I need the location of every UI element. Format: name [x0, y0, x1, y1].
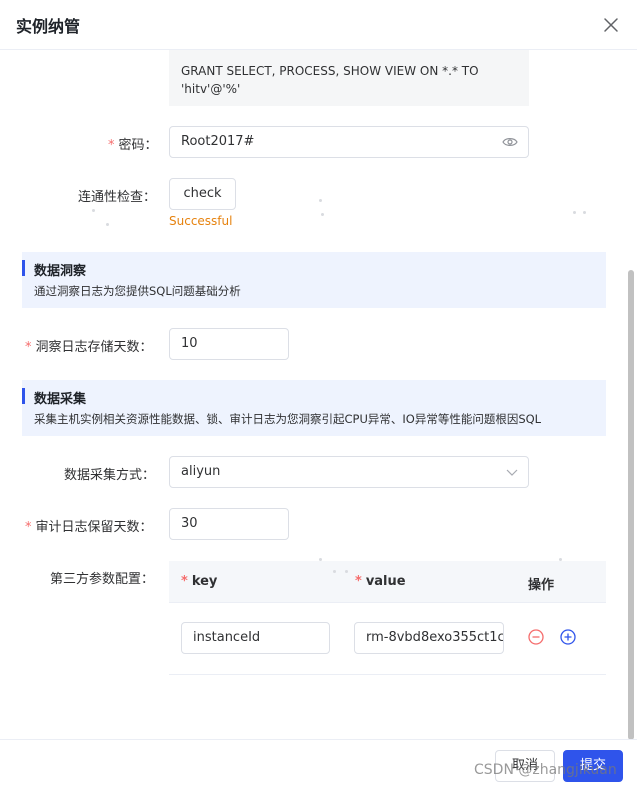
param-value-input[interactable]: rm-8vbd8exo355ct1c [354, 622, 504, 654]
check-button[interactable]: check [169, 178, 236, 210]
connectivity-status: Successful [169, 214, 233, 228]
column-header-ops: 操作 [528, 578, 555, 593]
connectivity-label: 连通性检查： [78, 190, 157, 205]
section-insight-title: 数据洞察 [34, 264, 87, 279]
grant-sql-line-1: GRANT SELECT, PROCESS, SHOW VIEW ON *.* … [181, 64, 479, 78]
decor-dot [583, 211, 586, 214]
decor-dot [345, 570, 348, 573]
section-collect-desc: 采集主机实例相关资源性能数据、锁、审计日志为您洞察引起CPU异常、IO异常等性能… [34, 412, 542, 426]
insight-days-input[interactable]: 10 [169, 328, 289, 360]
decor-dot [319, 558, 322, 561]
decor-dot [321, 213, 324, 216]
section-collect: 数据采集 采集主机实例相关资源性能数据、锁、审计日志为您洞察引起CPU异常、IO… [22, 380, 606, 436]
add-circle-icon[interactable] [560, 629, 576, 645]
section-insight: 数据洞察 通过洞察日志为您提供SQL问题基础分析 [22, 252, 606, 308]
decor-dot [559, 558, 562, 561]
decor-dot [106, 223, 109, 226]
param-key-input[interactable]: instanceId [181, 622, 330, 654]
grant-sql-box: GRANT SELECT, PROCESS, SHOW VIEW ON *.* … [169, 50, 529, 106]
audit-days-input[interactable]: 30 [169, 508, 289, 540]
decor-dot [333, 570, 336, 573]
eye-icon[interactable] [502, 136, 518, 148]
table-row-divider [169, 674, 606, 675]
insight-days-label: * 洞察日志存储天数： [25, 340, 153, 355]
section-accent-bar [22, 388, 25, 404]
scrollbar-thumb[interactable] [628, 270, 634, 740]
decor-dot [573, 211, 576, 214]
column-header-key: * key [181, 574, 218, 589]
decor-dot [92, 209, 95, 212]
close-icon[interactable] [602, 16, 620, 34]
collect-mode-label: 数据采集方式： [64, 468, 156, 483]
params-table-header: * key * value 操作 [169, 561, 606, 603]
column-header-value: * value [355, 574, 406, 589]
dialog-title: 实例纳管 [16, 17, 81, 36]
section-collect-title: 数据采集 [34, 392, 87, 407]
password-label: * 密码： [108, 138, 158, 153]
section-insight-desc: 通过洞察日志为您提供SQL问题基础分析 [34, 284, 241, 298]
watermark: CSDN @zhangjikuan [474, 762, 617, 778]
section-accent-bar [22, 260, 25, 276]
grant-sql-line-2: 'hitv'@'%' [181, 82, 241, 96]
decor-dot [319, 199, 322, 202]
third-party-label: 第三方参数配置： [50, 572, 155, 587]
password-input[interactable]: Root2017# [169, 126, 529, 158]
chevron-down-icon [506, 469, 518, 476]
dialog-header: 实例纳管 [0, 0, 637, 50]
remove-circle-icon[interactable] [528, 629, 544, 645]
collect-mode-select[interactable]: aliyun [169, 456, 529, 488]
audit-days-label: * 审计日志保留天数： [25, 520, 153, 535]
